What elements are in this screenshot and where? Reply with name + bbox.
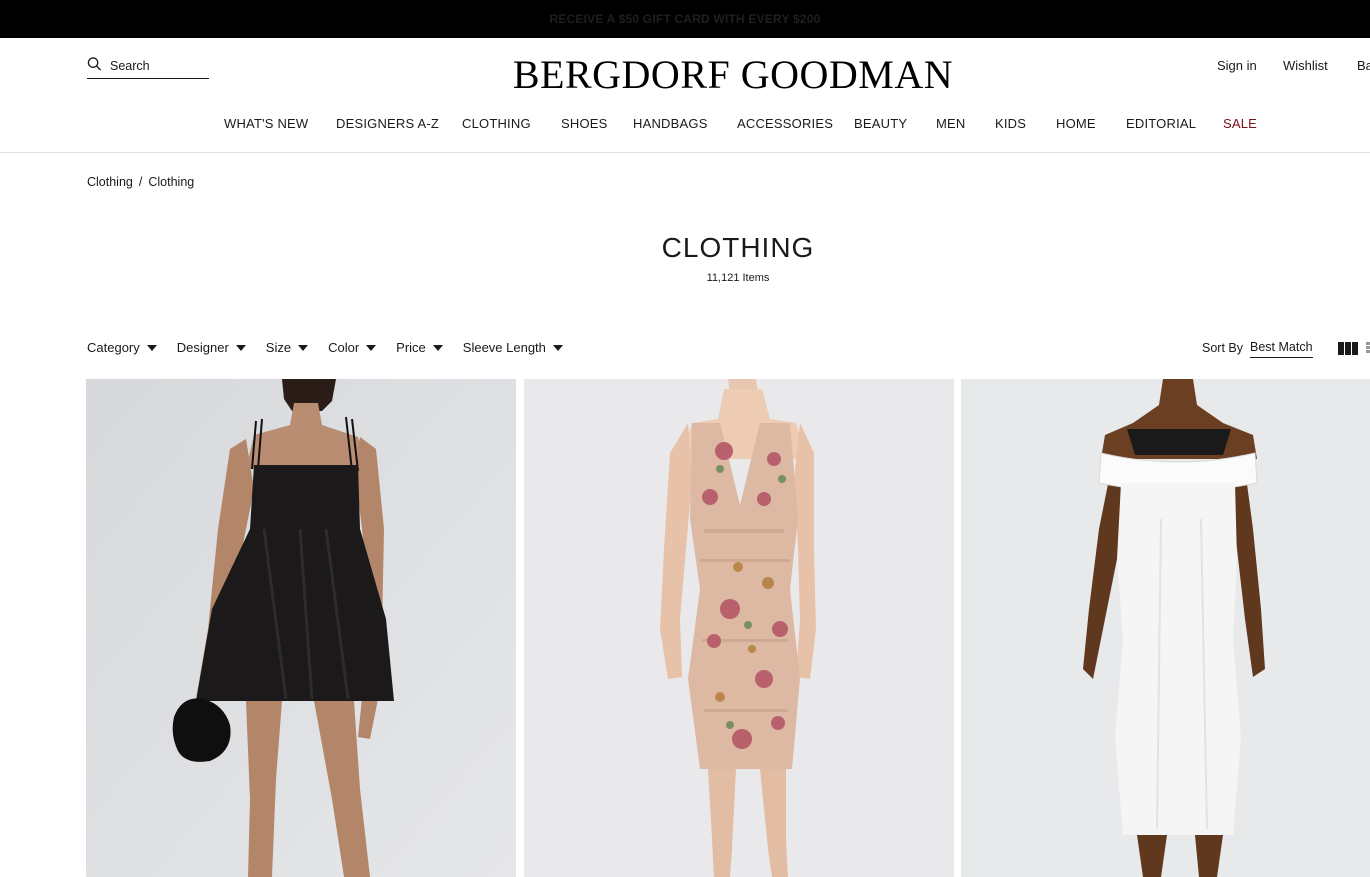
filter-label: Sleeve Length xyxy=(462,340,546,355)
sign-in-link[interactable]: Sign in xyxy=(1217,58,1257,73)
header-divider xyxy=(0,152,1370,153)
nav-home[interactable]: HOME xyxy=(1056,116,1096,131)
product-card[interactable] xyxy=(524,379,954,877)
promo-banner[interactable]: RECEIVE A $50 GIFT CARD WITH EVERY $200 xyxy=(0,0,1370,38)
filter-label: Category xyxy=(87,340,140,355)
nav-editorial[interactable]: EDITORIAL xyxy=(1126,116,1196,131)
filter-sleeve-length[interactable]: Sleeve Length xyxy=(463,340,563,355)
promo-text: RECEIVE A $50 GIFT CARD WITH EVERY $200 xyxy=(549,12,821,26)
caret-down-icon xyxy=(146,344,157,351)
caret-down-icon xyxy=(432,344,443,351)
grid-three-column-icon[interactable] xyxy=(1338,342,1358,355)
nav-shoes[interactable]: SHOES xyxy=(561,116,608,131)
page-title: CLOTHING xyxy=(661,232,815,263)
product-image xyxy=(961,379,1370,877)
product-card[interactable] xyxy=(961,379,1370,877)
sort-select[interactable]: Best Match xyxy=(1250,340,1313,358)
filter-label: Color xyxy=(328,340,360,355)
breadcrumb-separator: / xyxy=(138,175,143,189)
caret-down-icon xyxy=(235,344,246,351)
bag-link[interactable]: Ba xyxy=(1357,58,1370,73)
filter-category[interactable]: Category xyxy=(87,340,157,355)
product-image xyxy=(86,379,516,877)
grid-two-column-icon[interactable] xyxy=(1366,342,1370,353)
nav-men[interactable]: MEN xyxy=(936,116,966,131)
filter-designer[interactable]: Designer xyxy=(177,340,246,355)
sort-label: Sort By xyxy=(1202,341,1243,355)
item-count: 11,121 Items xyxy=(706,272,770,284)
nav-whats-new[interactable]: WHAT'S NEW xyxy=(224,116,308,131)
filter-bar: Category Designer Size Color Price Sleev… xyxy=(87,340,583,355)
wishlist-link[interactable]: Wishlist xyxy=(1283,58,1328,73)
filter-label: Price xyxy=(396,340,426,355)
nav-designers[interactable]: DESIGNERS A-Z xyxy=(336,116,439,131)
caret-down-icon xyxy=(298,344,309,351)
filter-label: Designer xyxy=(176,340,229,355)
product-image xyxy=(524,379,954,877)
filter-size[interactable]: Size xyxy=(265,340,309,355)
breadcrumb: Clothing / Clothing xyxy=(87,175,194,189)
nav-kids[interactable]: KIDS xyxy=(995,116,1026,131)
filter-price[interactable]: Price xyxy=(396,340,443,355)
logo[interactable]: BERGDORF GOODMAN xyxy=(0,52,1370,98)
nav-handbags[interactable]: HANDBAGS xyxy=(633,116,708,131)
nav-beauty[interactable]: BEAUTY xyxy=(854,116,907,131)
caret-down-icon xyxy=(552,344,563,351)
nav-accessories[interactable]: ACCESSORIES xyxy=(737,116,833,131)
main-navigation: WHAT'S NEW DESIGNERS A-Z CLOTHING SHOES … xyxy=(0,116,1370,134)
caret-down-icon xyxy=(366,344,377,351)
breadcrumb-item[interactable]: Clothing xyxy=(148,175,194,189)
nav-sale[interactable]: SALE xyxy=(1223,116,1257,131)
nav-clothing[interactable]: CLOTHING xyxy=(462,116,531,131)
filter-color[interactable]: Color xyxy=(328,340,377,355)
breadcrumb-item[interactable]: Clothing xyxy=(87,175,133,189)
product-card[interactable] xyxy=(86,379,516,877)
filter-label: Size xyxy=(265,340,292,355)
